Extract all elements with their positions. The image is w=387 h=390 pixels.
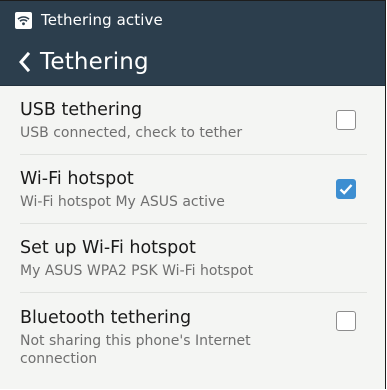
item-title: Wi-Fi hotspot xyxy=(20,168,134,189)
usb-tethering-checkbox[interactable] xyxy=(336,110,356,130)
status-text: Tethering active xyxy=(41,11,163,29)
item-title: Bluetooth tethering xyxy=(20,308,192,328)
item-subtitle: Wi-Fi hotspot My ASUS active xyxy=(20,193,225,210)
check-icon xyxy=(339,184,353,195)
chevron-left-icon[interactable] xyxy=(17,51,31,73)
item-texts: USB tethering USB connected, check to te… xyxy=(20,99,242,142)
list-item-bluetooth-tethering[interactable]: Bluetooth tethering Not sharing this pho… xyxy=(20,293,367,379)
page-title: Tethering xyxy=(40,49,149,75)
status-bar: Tethering active xyxy=(0,1,385,39)
item-subtitle-line1: Not sharing this phone's Internet xyxy=(20,333,251,349)
bluetooth-tethering-checkbox[interactable] xyxy=(336,311,356,331)
wifi-hotspot-checkbox[interactable] xyxy=(336,179,356,199)
action-bar: Tethering xyxy=(0,39,385,86)
item-texts: Bluetooth tethering Not sharing this pho… xyxy=(20,307,251,368)
wifi-hotspot-icon xyxy=(15,11,32,29)
screen: Tethering active Tethering USB tethering… xyxy=(0,0,386,389)
item-texts: Wi-Fi hotspot Wi-Fi hotspot My ASUS acti… xyxy=(20,168,225,211)
item-subtitle-line2: connection xyxy=(20,351,98,367)
item-texts: Set up Wi-Fi hotspot My ASUS WPA2 PSK Wi… xyxy=(20,237,253,280)
item-subtitle: My ASUS WPA2 PSK Wi-Fi hotspot xyxy=(20,262,254,279)
item-title: Set up Wi-Fi hotspot xyxy=(20,237,196,258)
list-item-wifi-hotspot[interactable]: Wi-Fi hotspot Wi-Fi hotspot My ASUS acti… xyxy=(20,155,367,224)
list-item-setup-wifi-hotspot[interactable]: Set up Wi-Fi hotspot My ASUS WPA2 PSK Wi… xyxy=(20,224,367,293)
item-title: USB tethering xyxy=(20,99,143,120)
list-item-usb-tethering[interactable]: USB tethering USB connected, check to te… xyxy=(20,86,367,155)
item-subtitle: USB connected, check to tether xyxy=(20,124,243,141)
settings-list: USB tethering USB connected, check to te… xyxy=(0,86,385,379)
